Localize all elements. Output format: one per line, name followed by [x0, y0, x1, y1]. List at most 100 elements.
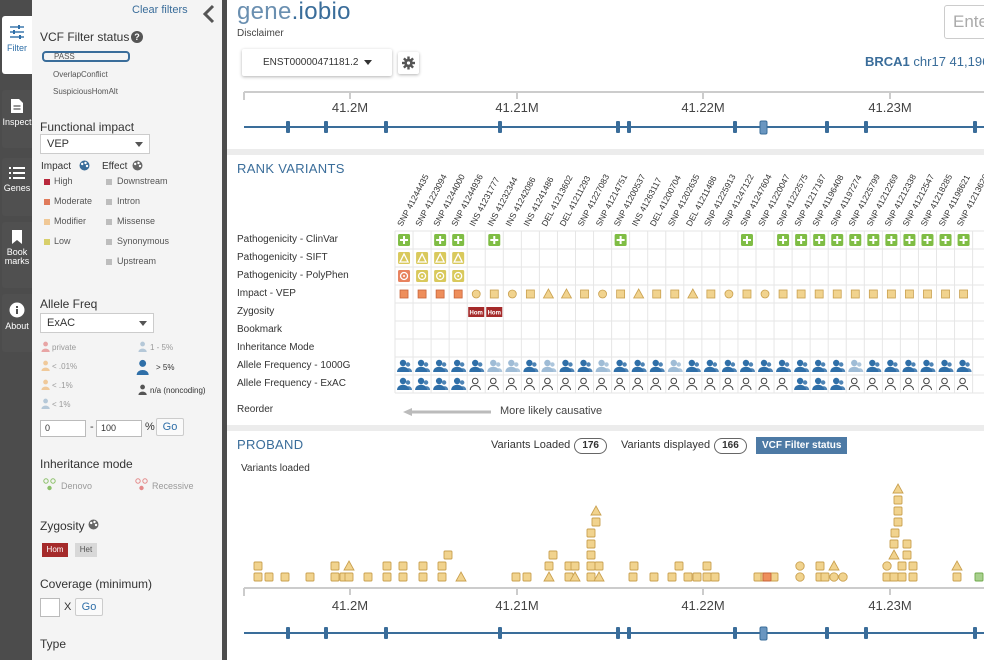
- vcf-option-pass[interactable]: PASS: [42, 51, 130, 62]
- impact-item-high[interactable]: High: [54, 176, 73, 186]
- polyphen-icon[interactable]: [452, 270, 465, 282]
- af-1000g-icon[interactable]: [866, 359, 882, 372]
- af-1000g-icon[interactable]: [721, 359, 737, 372]
- impact-vep-mark[interactable]: [959, 289, 968, 299]
- impact-vep-mark[interactable]: [399, 289, 409, 299]
- af-exac-icon[interactable]: [451, 377, 467, 390]
- af-option[interactable]: 1 - 5%: [150, 343, 173, 352]
- exon-mark[interactable]: [627, 121, 631, 133]
- clinvar-icon[interactable]: [813, 234, 826, 246]
- af-1000g-icon[interactable]: [613, 359, 629, 372]
- clinvar-icon[interactable]: [795, 234, 808, 246]
- impact-item-moderate[interactable]: Moderate: [54, 196, 92, 206]
- variant-mark[interactable]: [795, 572, 805, 582]
- variant-mark[interactable]: [888, 549, 900, 560]
- impact-vep-mark[interactable]: [687, 288, 699, 299]
- af-1000g-icon[interactable]: [487, 359, 503, 372]
- variant-mark[interactable]: [586, 528, 596, 538]
- exon-mark[interactable]: [864, 121, 868, 133]
- af-1000g-icon[interactable]: [902, 359, 918, 372]
- palette-icon[interactable]: [79, 160, 90, 174]
- impact-item-low[interactable]: Low: [54, 236, 71, 246]
- variant-mark[interactable]: [455, 571, 467, 582]
- coverage-go-button[interactable]: Go: [75, 598, 103, 616]
- impact-vep-mark[interactable]: [525, 289, 535, 299]
- clinvar-icon[interactable]: [614, 234, 627, 246]
- rail-filter-button[interactable]: Filter: [2, 16, 32, 74]
- recessive-icon[interactable]: [135, 478, 148, 494]
- variant-mark[interactable]: [593, 571, 605, 582]
- af-option[interactable]: n/a (noncoding): [150, 386, 206, 395]
- clinvar-icon[interactable]: [885, 234, 898, 246]
- variant-mark[interactable]: [253, 561, 263, 571]
- af-1000g-icon[interactable]: [559, 359, 575, 372]
- zygosity-het-chip[interactable]: Het: [75, 543, 97, 557]
- variant-mark[interactable]: [330, 561, 340, 571]
- impact-vep-mark[interactable]: [796, 289, 806, 299]
- zygosity-hom-chip[interactable]: Hom: [42, 543, 68, 557]
- impact-vep-mark[interactable]: [923, 289, 932, 299]
- af-exac-noncoding-icon[interactable]: [957, 377, 969, 391]
- impact-vep-mark[interactable]: [652, 289, 662, 299]
- zygosity-hom-badge[interactable]: Hom: [486, 307, 503, 317]
- variant-mark[interactable]: [586, 539, 596, 549]
- af-1000g-icon[interactable]: [830, 359, 846, 372]
- clinvar-icon[interactable]: [849, 234, 862, 246]
- exon-mark[interactable]: [616, 627, 620, 639]
- variant-mark[interactable]: [897, 561, 907, 571]
- variant-mark[interactable]: [443, 550, 453, 560]
- af-1000g-icon[interactable]: [649, 359, 665, 372]
- variant-mark[interactable]: [952, 572, 962, 582]
- af-option[interactable]: < .01%: [52, 362, 77, 371]
- rail-inspect-button[interactable]: Inspect: [2, 90, 32, 148]
- af-1000g-icon[interactable]: [703, 359, 719, 372]
- variant-mark[interactable]: [343, 560, 355, 571]
- variant-mark[interactable]: [893, 495, 903, 505]
- exon-mark[interactable]: [324, 121, 328, 133]
- variant-mark[interactable]: [511, 572, 521, 582]
- collapse-panel-icon[interactable]: [202, 4, 216, 29]
- variant-mark[interactable]: [893, 506, 903, 516]
- variant-mark[interactable]: [586, 550, 596, 560]
- exon-mark[interactable]: [733, 121, 737, 133]
- af-1000g-icon[interactable]: [469, 359, 485, 372]
- af-option[interactable]: private: [52, 343, 76, 352]
- clinvar-icon[interactable]: [452, 234, 465, 246]
- exon-mark[interactable]: [973, 627, 977, 639]
- af-exac-noncoding-icon[interactable]: [559, 377, 571, 391]
- variant-mark[interactable]: [692, 572, 702, 582]
- impact-vep-mark[interactable]: [507, 289, 517, 299]
- variant-mark[interactable]: [908, 561, 918, 571]
- impact-vep-mark[interactable]: [580, 289, 589, 299]
- exon-mark[interactable]: [627, 627, 631, 639]
- impact-vep-mark[interactable]: [814, 289, 824, 299]
- af-option[interactable]: > 5%: [156, 363, 174, 372]
- exon-mark[interactable]: [498, 627, 502, 639]
- af-exac-icon[interactable]: [415, 377, 431, 390]
- af-1000g-icon[interactable]: [505, 359, 521, 372]
- variant-mark[interactable]: [437, 572, 447, 582]
- af-1000g-icon[interactable]: [884, 359, 900, 372]
- variant-mark[interactable]: [683, 572, 693, 582]
- impact-vep-mark[interactable]: [832, 289, 842, 299]
- impact-vep-mark[interactable]: [598, 289, 607, 299]
- disclaimer-link[interactable]: Disclaimer: [237, 28, 284, 39]
- variant-mark[interactable]: [548, 550, 558, 560]
- impact-vep-mark[interactable]: [886, 289, 896, 299]
- impact-vep-mark[interactable]: [542, 288, 555, 299]
- exon-mark[interactable]: [759, 120, 768, 135]
- variant-mark[interactable]: [667, 572, 677, 582]
- af-exac-icon[interactable]: [397, 377, 413, 390]
- af-exac-noncoding-icon[interactable]: [614, 377, 626, 391]
- variant-mark[interactable]: [363, 572, 373, 582]
- rail-about-button[interactable]: About: [2, 294, 32, 352]
- variant-mark[interactable]: [522, 572, 532, 582]
- variant-mark[interactable]: [820, 572, 830, 582]
- impact-vep-mark[interactable]: [632, 288, 645, 299]
- exon-mark[interactable]: [864, 627, 868, 639]
- variant-mark[interactable]: [628, 572, 638, 582]
- zygosity-hom-badge[interactable]: Hom: [468, 307, 485, 317]
- impact-vep-mark[interactable]: [760, 289, 770, 299]
- af-exac-noncoding-icon[interactable]: [541, 377, 553, 391]
- variant-mark[interactable]: [702, 561, 712, 571]
